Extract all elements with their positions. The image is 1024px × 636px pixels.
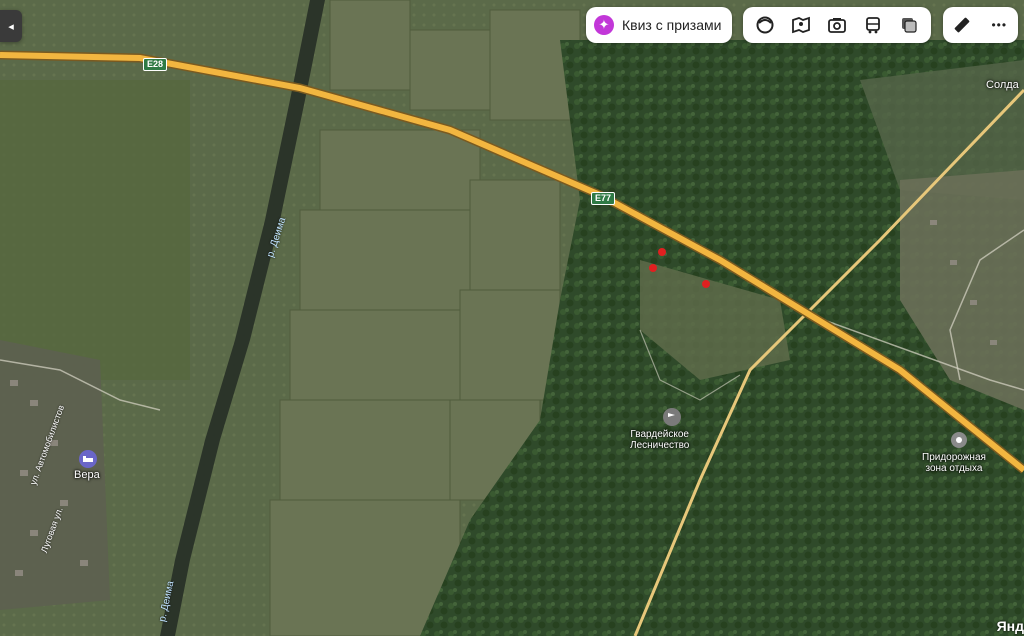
panel-collapse-button[interactable]: ◂	[0, 10, 22, 42]
rest-area-poi-icon[interactable]	[951, 432, 967, 448]
place-label-soldatovo[interactable]: Солда	[986, 80, 1019, 91]
hotel-poi-icon[interactable]	[79, 450, 97, 468]
quiz-button[interactable]: ✦ Квиз с призами	[586, 7, 732, 43]
forestry-line2: Лесничество	[630, 440, 690, 451]
forestry-line1: Гвардейское	[630, 429, 689, 440]
rest-area-line1: Придорожная	[922, 452, 986, 463]
panorama-icon[interactable]	[788, 12, 814, 38]
layers-toolbar	[743, 7, 931, 43]
place-label-forestry[interactable]: Гвардейское Лесничество	[630, 429, 689, 451]
rest-area-line2: зона отдыха	[925, 463, 983, 474]
place-label-vera[interactable]: Вера	[74, 470, 100, 481]
yandex-watermark: Янд	[996, 618, 1024, 634]
layers-icon[interactable]	[896, 12, 922, 38]
road-shield-e28: E28	[143, 58, 168, 71]
extra-toolbar: •••	[943, 7, 1018, 43]
ruler-icon[interactable]	[949, 12, 975, 38]
quiz-label: Квиз с призами	[622, 17, 722, 33]
road-shield-e77: E77	[591, 192, 616, 205]
chevron-left-icon: ◂	[8, 20, 14, 33]
transport-icon[interactable]	[860, 12, 886, 38]
place-label-rest-area[interactable]: Придорожная зона отдыха	[922, 452, 986, 474]
more-options-button[interactable]: •••	[986, 12, 1012, 38]
satellite-map[interactable]	[0, 0, 1024, 636]
quiz-logo-icon: ✦	[594, 15, 614, 35]
forestry-poi-icon[interactable]	[663, 408, 681, 426]
more-dots-icon: •••	[991, 18, 1008, 32]
photos-icon[interactable]	[824, 12, 850, 38]
map-layer-toggle-icon[interactable]	[752, 12, 778, 38]
